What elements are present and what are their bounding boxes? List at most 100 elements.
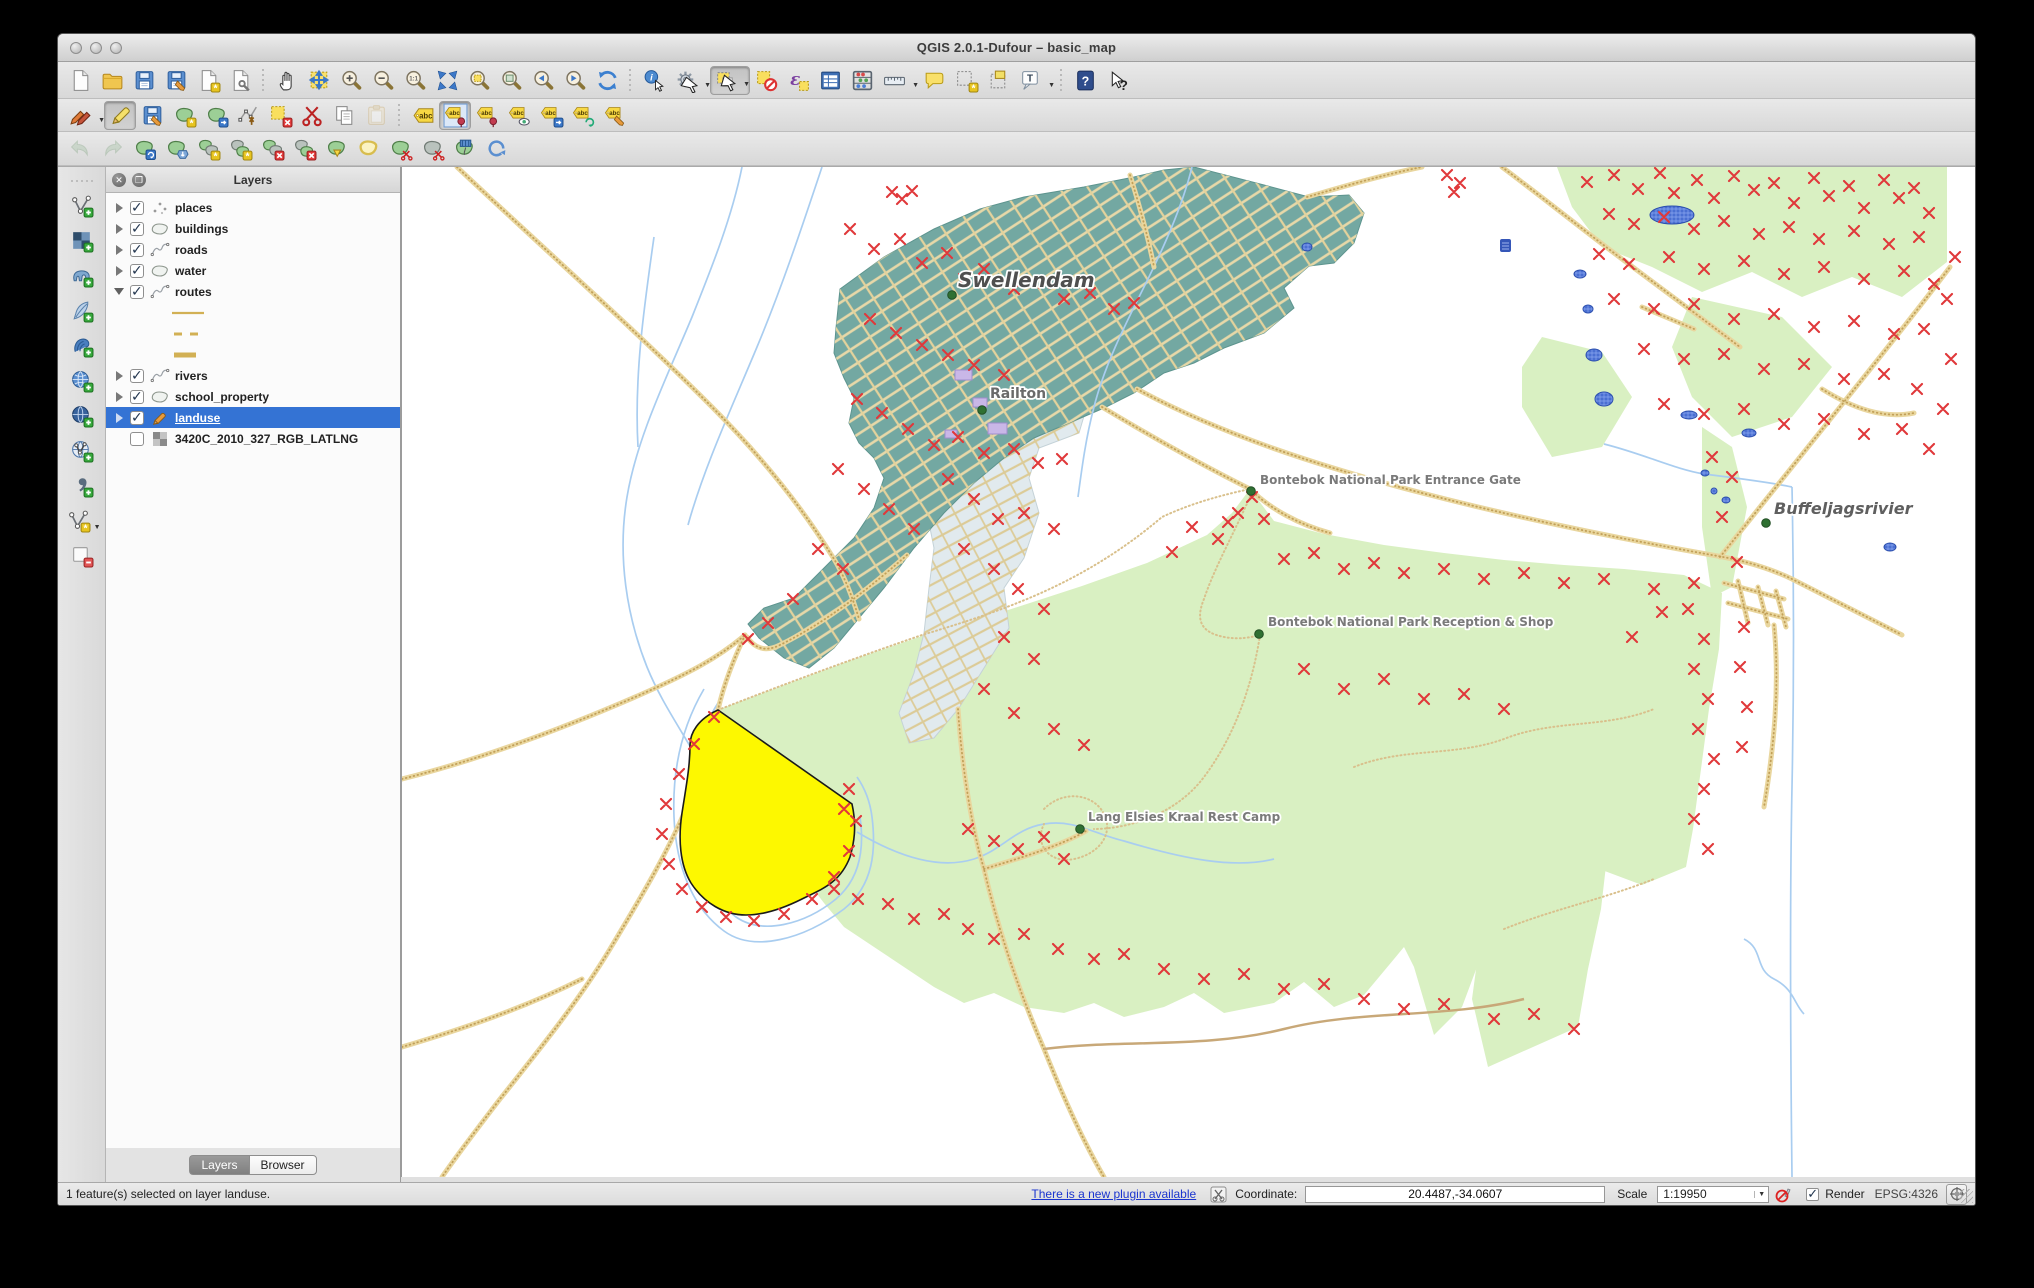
minimize-window-button[interactable] [90,41,102,54]
plugin-available-link[interactable]: There is a new plugin available [1031,1187,1196,1201]
layer-visibility-checkbox[interactable] [130,283,144,300]
pan-to-selection-icon[interactable] [303,66,335,95]
cut-features-icon[interactable] [296,101,328,130]
add-ring-icon[interactable]: * [192,134,224,163]
open-project-icon[interactable] [96,66,128,95]
scale-combo[interactable]: 1:19950 ▼ [1657,1185,1770,1203]
new-print-composer-icon[interactable]: * [192,66,224,95]
add-spatialite-layer-icon[interactable] [64,294,100,327]
save-project-icon[interactable] [128,66,160,95]
tab-browser[interactable]: Browser [248,1155,317,1175]
field-calculator-icon[interactable] [846,66,878,95]
expand-icon[interactable] [113,391,125,402]
move-feature-icon[interactable] [200,101,232,130]
zoom-last-icon[interactable] [527,66,559,95]
expand-icon[interactable] [113,412,125,423]
zoom-native-icon[interactable]: 1:1 [399,66,431,95]
toolbar-drag-handle[interactable] [70,177,93,185]
labeling-icon[interactable]: abc [407,101,439,130]
simplify-feature-icon[interactable] [160,134,192,163]
text-annotation-icon[interactable]: T ▼ [1014,66,1055,95]
expand-icon[interactable] [113,202,125,213]
open-attribute-table-icon[interactable] [814,66,846,95]
map-canvas[interactable]: Swellendam Railton Bontebok National Park … [401,167,1975,1177]
run-feature-action-icon[interactable]: ▼ [670,66,711,95]
help-icon[interactable]: ? [1069,66,1101,95]
zoom-window-button[interactable] [110,41,122,54]
layer-item-school_property[interactable]: school_property [106,386,400,407]
identify-features-icon[interactable]: i [638,66,670,95]
composer-manager-icon[interactable] [224,66,256,95]
zoom-out-icon[interactable] [367,66,399,95]
current-edits-icon[interactable]: ▼ [64,101,105,130]
deselect-features-icon[interactable] [750,66,782,95]
pin-label-icon[interactable]: abc [439,100,471,130]
highlight-pinned-labels-icon[interactable]: abc [471,101,503,130]
offset-curve-icon[interactable] [352,134,384,163]
layer-item-3420C_2010_327_RGB_LATLNG[interactable]: 3420C_2010_327_RGB_LATLNG [106,428,400,449]
zoom-next-icon[interactable] [559,66,591,95]
save-project-as-icon[interactable] [160,66,192,95]
new-shapefile-layer-icon[interactable]: * ▼ [64,504,101,537]
add-mssql-layer-icon[interactable] [64,329,100,362]
copy-features-icon[interactable] [328,101,360,130]
rotate-label-icon[interactable]: abc [567,101,599,130]
layer-visibility-checkbox[interactable] [130,409,144,426]
expand-icon[interactable] [113,370,125,381]
tab-layers[interactable]: Layers [189,1155,249,1175]
refresh-icon[interactable] [591,66,623,95]
split-features-icon[interactable] [384,134,416,163]
add-delimited-text-layer-icon[interactable] [64,469,100,502]
render-checkbox[interactable] [1806,1186,1820,1202]
layer-item-places[interactable]: places [106,197,400,218]
zoom-to-selection-icon[interactable] [463,66,495,95]
layer-visibility-checkbox[interactable] [130,431,144,446]
stop-render-icon[interactable] [1775,1186,1792,1203]
layer-visibility-checkbox[interactable] [130,199,144,216]
rotate-point-symbols-icon[interactable] [480,134,512,163]
add-wfs-layer-icon[interactable] [64,434,100,467]
add-part-icon[interactable]: * [224,134,256,163]
titlebar[interactable]: QGIS 2.0.1-Dufour – basic_map [58,34,1975,62]
new-bookmark-icon[interactable]: * [950,66,982,95]
delete-ring-icon[interactable] [256,134,288,163]
resize-grip[interactable] [1959,1189,1973,1203]
add-vector-layer-icon[interactable] [64,189,100,222]
show-bookmarks-icon[interactable] [982,66,1014,95]
add-wcs-layer-icon[interactable] [64,399,100,432]
pan-map-icon[interactable] [271,66,303,95]
select-by-expression-icon[interactable]: ε [782,66,814,95]
rotate-feature-icon[interactable] [128,134,160,163]
whats-this-icon[interactable]: ? [1101,66,1133,95]
node-tool-icon[interactable] [232,101,264,130]
show-hide-labels-icon[interactable]: abc [503,101,535,130]
map-tips-icon[interactable] [918,66,950,95]
layer-item-landuse[interactable]: landuse [106,407,400,428]
zoom-to-layer-icon[interactable] [495,66,527,95]
add-raster-layer-icon[interactable] [64,224,100,257]
toggle-editing-icon[interactable] [104,100,136,130]
add-postgis-layer-icon[interactable] [64,259,100,292]
layer-visibility-checkbox[interactable] [130,262,144,279]
reshape-features-icon[interactable] [320,134,352,163]
layer-visibility-checkbox[interactable] [130,388,144,405]
coordinate-input[interactable] [1305,1185,1606,1203]
move-label-icon[interactable]: abc [535,101,567,130]
remove-layer-icon[interactable] [64,539,100,572]
layer-item-water[interactable]: water [106,260,400,281]
layer-item-roads[interactable]: roads [106,239,400,260]
layer-item-rivers[interactable]: rivers [106,365,400,386]
expand-icon[interactable] [113,244,125,255]
measure-icon[interactable]: ▼ [878,66,919,95]
zoom-full-icon[interactable] [431,66,463,95]
new-project-icon[interactable] [64,66,96,95]
save-layer-edits-icon[interactable] [136,101,168,130]
layer-visibility-checkbox[interactable] [130,367,144,384]
expand-icon[interactable] [113,265,125,276]
delete-part-icon[interactable] [288,134,320,163]
layer-item-buildings[interactable]: buildings [106,218,400,239]
plugin-icon[interactable] [1210,1186,1227,1203]
zoom-in-icon[interactable] [335,66,367,95]
layer-visibility-checkbox[interactable] [130,220,144,237]
select-features-icon[interactable]: ▼ [710,65,750,95]
